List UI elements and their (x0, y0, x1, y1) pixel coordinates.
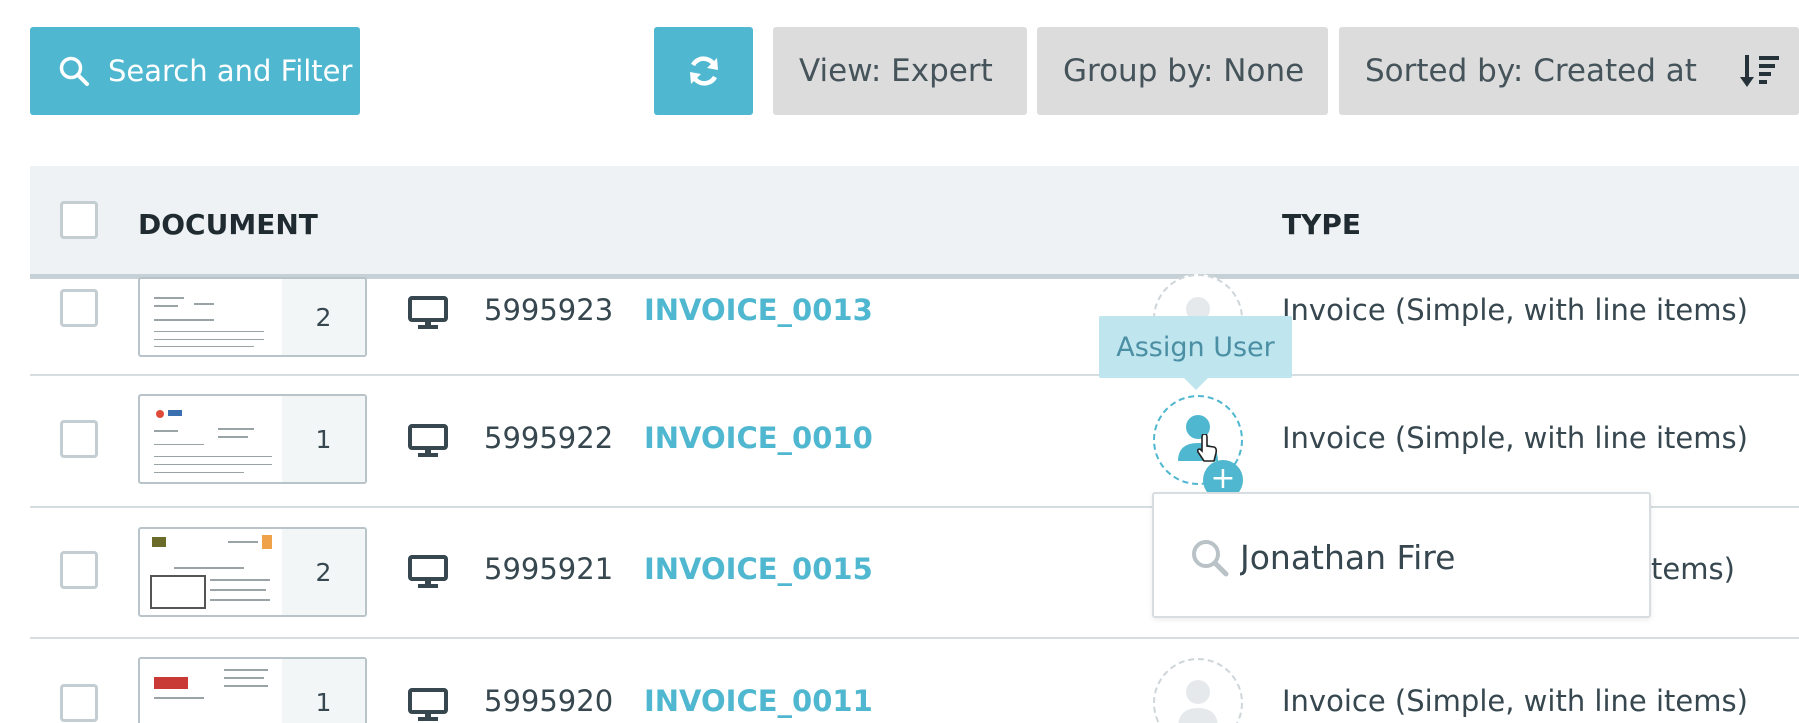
refresh-icon (689, 56, 718, 86)
monitor-icon (408, 424, 448, 457)
monitor-icon (408, 296, 448, 329)
group-by-button[interactable]: Group by: None (1037, 27, 1328, 115)
document-id: 5995923 (484, 293, 614, 327)
assign-user-dropdown (1152, 492, 1651, 618)
document-id: 5995920 (484, 684, 614, 718)
column-header-type: TYPE (1282, 208, 1362, 241)
document-type: Invoice (Simple, with line items) (1282, 421, 1748, 455)
table-row[interactable]: 1 5995920 INVOICE_0011 Invoice (Simple, … (0, 639, 1799, 723)
assign-user-tooltip: Assign User (1099, 316, 1292, 378)
document-type: tems) (1651, 552, 1735, 586)
user-search-input[interactable] (1240, 530, 1630, 584)
document-thumbnail[interactable]: 1 (138, 657, 367, 723)
view-mode-label: View: Expert (799, 53, 993, 89)
sort-label: Sorted by: Created at (1365, 53, 1697, 89)
user-icon (1178, 680, 1218, 723)
tooltip-label: Assign User (1116, 331, 1275, 363)
refresh-button[interactable] (654, 27, 753, 115)
document-name-link[interactable]: INVOICE_0015 (644, 552, 873, 586)
document-id: 5995922 (484, 421, 614, 455)
plus-icon: + (1210, 461, 1236, 496)
view-mode-button[interactable]: View: Expert (773, 27, 1027, 115)
table-row[interactable]: 2 5995923 INVOICE_0013 Invoice (Simple, … (0, 274, 1799, 375)
row-checkbox[interactable] (60, 420, 98, 458)
monitor-icon (408, 555, 448, 588)
page-count: 2 (282, 279, 365, 355)
page-count: 1 (282, 396, 365, 482)
row-checkbox[interactable] (60, 684, 98, 722)
document-name-link[interactable]: INVOICE_0010 (644, 421, 873, 455)
table-row[interactable]: 1 5995922 INVOICE_0010 Invoice (Simple, … (0, 376, 1799, 507)
tooltip-arrow (1183, 377, 1209, 390)
document-name-link[interactable]: INVOICE_0011 (644, 684, 873, 718)
search-and-filter-label: Search and Filter (108, 54, 353, 88)
sort-button[interactable]: Sorted by: Created at (1339, 27, 1799, 115)
hand-cursor-icon (1196, 434, 1218, 462)
search-icon (1192, 540, 1229, 577)
search-and-filter-button[interactable]: Search and Filter (30, 27, 360, 115)
document-id: 5995921 (484, 552, 614, 586)
assign-user-button[interactable] (1153, 658, 1243, 723)
document-thumbnail[interactable]: 1 (138, 394, 367, 484)
select-all-checkbox[interactable] (60, 201, 98, 239)
group-by-label: Group by: None (1063, 53, 1305, 89)
sort-desc-icon (1740, 55, 1779, 87)
column-header-document: DOCUMENT (138, 208, 318, 241)
document-thumbnail[interactable]: 2 (138, 527, 367, 617)
page-count: 2 (282, 529, 365, 615)
document-type: Invoice (Simple, with line items) (1282, 684, 1748, 718)
search-icon (59, 56, 89, 86)
row-checkbox[interactable] (60, 551, 98, 589)
document-name-link[interactable]: INVOICE_0013 (644, 293, 873, 327)
monitor-icon (408, 688, 448, 721)
document-thumbnail[interactable]: 2 (138, 277, 367, 357)
document-type: Invoice (Simple, with line items) (1282, 293, 1748, 327)
row-checkbox[interactable] (60, 289, 98, 327)
page-count: 1 (282, 659, 365, 723)
